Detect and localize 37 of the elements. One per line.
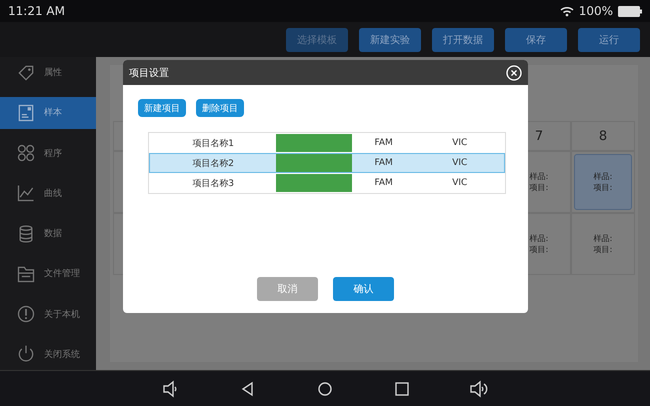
folder-icon bbox=[16, 264, 36, 284]
toolbar-button[interactable]: 打开数据 bbox=[432, 28, 494, 52]
color-swatch[interactable] bbox=[276, 154, 352, 172]
sidebar-item[interactable]: 文件管理 bbox=[0, 258, 96, 290]
plate-well[interactable]: 样品: 项目: bbox=[574, 154, 632, 210]
sidebar-item[interactable]: 程序 bbox=[0, 138, 96, 169]
sidebar-item[interactable]: 属性 bbox=[0, 57, 96, 88]
tag-icon bbox=[16, 62, 36, 83]
confirm-button[interactable]: 确认 bbox=[333, 277, 394, 301]
info-icon bbox=[16, 304, 36, 324]
sidebar-item[interactable]: 数据 bbox=[0, 218, 96, 250]
column-header: 8 bbox=[571, 121, 635, 151]
color-swatch[interactable] bbox=[276, 134, 352, 152]
sidebar-item[interactable]: 曲线 bbox=[0, 178, 96, 209]
battery-percentage: 100% bbox=[578, 4, 613, 18]
document-icon bbox=[16, 102, 36, 123]
battery-icon bbox=[618, 6, 642, 16]
action-button[interactable]: 新建项目 bbox=[138, 99, 186, 117]
project-row[interactable]: 项目名称2 FAM VIC bbox=[149, 153, 505, 173]
toolbar-button[interactable]: 运行 bbox=[578, 28, 640, 52]
power-icon bbox=[16, 344, 36, 364]
wifi-icon bbox=[560, 6, 574, 16]
sidebar-item[interactable]: 样本 bbox=[0, 97, 96, 128]
four-circles-icon bbox=[16, 143, 36, 164]
volume-up-icon[interactable] bbox=[469, 379, 489, 399]
sidebar-item[interactable]: 关于本机 bbox=[0, 298, 96, 330]
close-icon[interactable] bbox=[506, 64, 522, 80]
project-row[interactable]: 项目名称3 FAM VIC bbox=[149, 173, 505, 193]
clock-time: 11:21 AM bbox=[8, 4, 65, 18]
dialog-title: 项目设置 bbox=[129, 66, 169, 80]
sidebar-item[interactable]: 关闭系统 bbox=[0, 338, 96, 370]
color-swatch[interactable] bbox=[276, 174, 352, 192]
action-button[interactable]: 删除项目 bbox=[196, 99, 244, 117]
project-row[interactable]: 项目名称1 FAM VIC bbox=[149, 133, 505, 153]
toolbar-button[interactable]: 新建实验 bbox=[359, 28, 421, 52]
line-chart-icon bbox=[16, 183, 36, 204]
toolbar-button[interactable]: 保存 bbox=[505, 28, 567, 52]
